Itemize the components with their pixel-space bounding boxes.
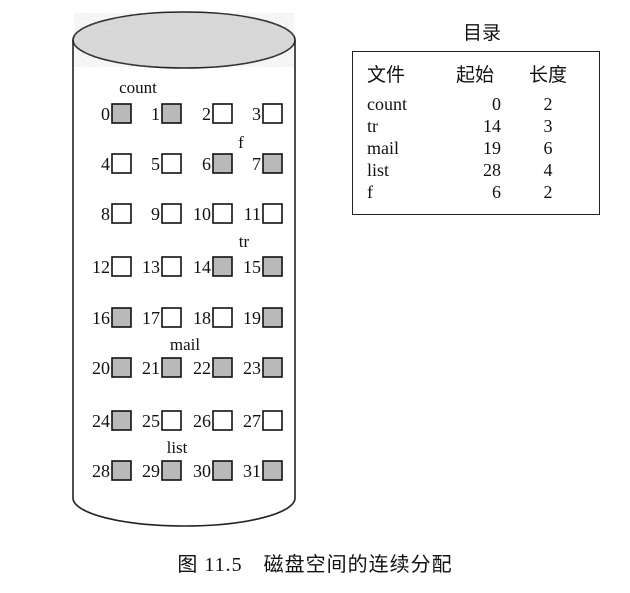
block-number: 18 (193, 308, 211, 328)
figure-caption: 图 11.5 磁盘空间的连续分配 (177, 554, 453, 576)
disk-block (111, 307, 132, 328)
block-number: 0 (101, 104, 110, 124)
file-label-mail: mail (170, 335, 200, 354)
file-label-f: f (238, 133, 244, 152)
disk-block (111, 256, 132, 277)
block-number: 8 (101, 204, 110, 224)
disk-block (161, 103, 182, 124)
row-file: mail (367, 138, 399, 158)
block-number: 25 (142, 411, 160, 431)
block-number: 16 (92, 308, 110, 328)
disk-block (212, 203, 233, 224)
disk-block (161, 460, 182, 481)
disk-block (161, 153, 182, 174)
block-number: 9 (151, 204, 160, 224)
block-number: 7 (252, 154, 261, 174)
row-length: 4 (543, 160, 553, 180)
block-number: 12 (92, 257, 110, 277)
disk-block (111, 203, 132, 224)
block-number: 11 (244, 204, 261, 224)
directory-title: 目录 (462, 23, 501, 44)
disk-block (161, 203, 182, 224)
block-number: 15 (243, 257, 261, 277)
disk-block (262, 256, 283, 277)
block-number: 5 (151, 154, 160, 174)
block-number: 24 (92, 411, 110, 431)
disk-block (212, 410, 233, 431)
file-label-list: list (167, 438, 188, 457)
directory-row: mail 19 6 (367, 137, 589, 159)
file-label-tr: tr (239, 232, 250, 251)
disk-block (262, 203, 283, 224)
row-file: count (367, 94, 407, 114)
block-number: 17 (142, 308, 160, 328)
block-number: 13 (142, 257, 160, 277)
row-length: 6 (543, 138, 553, 158)
block-number: 23 (243, 358, 261, 378)
directory-header-row: 文件 起始 长度 (367, 60, 589, 93)
disk-block (262, 103, 283, 124)
disk-block (111, 357, 132, 378)
row-start: 6 (492, 182, 501, 202)
block-number: 29 (142, 461, 160, 481)
row-start: 0 (492, 94, 501, 114)
block-number: 14 (193, 257, 211, 277)
file-label-count: count (119, 78, 157, 97)
block-number: 3 (252, 104, 261, 124)
row-start: 28 (483, 160, 501, 180)
disk-block (161, 410, 182, 431)
row-file: f (367, 182, 373, 202)
disk-block (161, 256, 182, 277)
disk-block (212, 307, 233, 328)
disk-block (212, 460, 233, 481)
disk-block (212, 153, 233, 174)
block-number: 27 (243, 411, 261, 431)
disk-block (161, 357, 182, 378)
directory-row: f 6 2 (367, 181, 589, 203)
block-number: 20 (92, 358, 110, 378)
disk-block (111, 153, 132, 174)
row-start: 19 (483, 138, 501, 158)
row-file: list (367, 160, 390, 180)
disk-block (111, 410, 132, 431)
block-number: 4 (101, 154, 110, 174)
disk-block (212, 103, 233, 124)
disk-block (262, 357, 283, 378)
disk-block (262, 307, 283, 328)
disk-block (212, 256, 233, 277)
header-file: 文件 (367, 65, 406, 86)
block-number: 28 (92, 461, 110, 481)
directory-row: count 0 2 (367, 93, 589, 115)
disk-block (262, 153, 283, 174)
block-number: 6 (202, 154, 211, 174)
disk-block (212, 357, 233, 378)
block-number: 19 (243, 308, 261, 328)
block-number: 10 (193, 204, 211, 224)
header-length: 长度 (528, 65, 567, 86)
header-start: 起始 (455, 65, 494, 86)
directory-row: tr 14 3 (367, 115, 589, 137)
disk-block (111, 460, 132, 481)
disk-block (262, 460, 283, 481)
row-start: 14 (483, 116, 501, 136)
block-number: 2 (202, 104, 211, 124)
block-number: 22 (193, 358, 211, 378)
block-number: 21 (142, 358, 160, 378)
block-number: 26 (193, 411, 211, 431)
disk-block (161, 307, 182, 328)
disk-block (262, 410, 283, 431)
block-number: 1 (151, 104, 160, 124)
directory-table: 文件 起始 长度 count 0 2 tr 14 3 mail 19 6 lis… (352, 51, 600, 215)
row-length: 2 (543, 182, 553, 202)
row-length: 3 (543, 116, 553, 136)
row-file: tr (367, 116, 378, 136)
row-length: 2 (543, 94, 553, 114)
block-number: 30 (193, 461, 211, 481)
directory-row: list 28 4 (367, 159, 589, 181)
block-number: 31 (243, 461, 261, 481)
disk-block (111, 103, 132, 124)
